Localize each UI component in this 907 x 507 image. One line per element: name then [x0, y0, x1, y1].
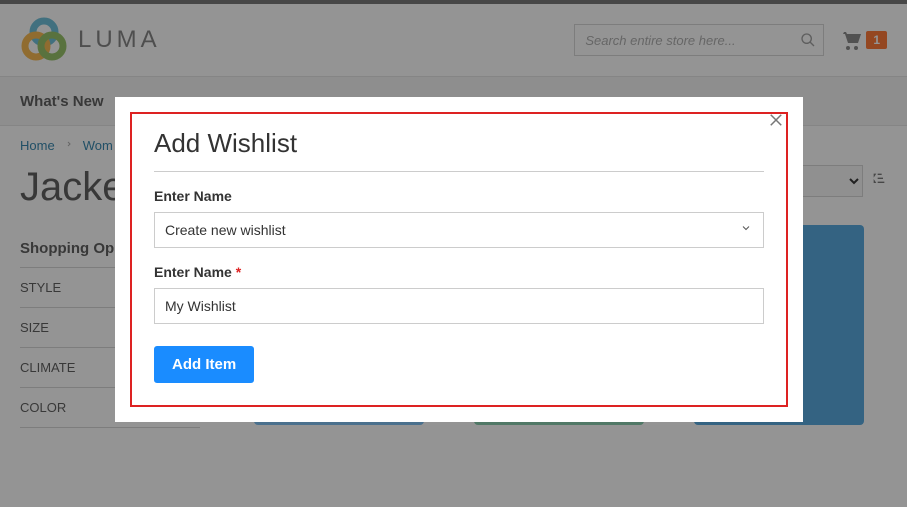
close-icon	[767, 111, 785, 129]
wishlist-select-label: Enter Name	[154, 188, 764, 204]
wishlist-name-input[interactable]	[154, 288, 764, 324]
close-button[interactable]	[762, 106, 790, 134]
modal-title: Add Wishlist	[154, 128, 764, 172]
required-asterisk: *	[236, 264, 241, 280]
add-item-button[interactable]: Add Item	[154, 346, 254, 383]
wishlist-name-label: Enter Name *	[154, 264, 764, 280]
add-wishlist-modal: Add Wishlist Enter Name Create new wishl…	[115, 97, 803, 422]
wishlist-select[interactable]: Create new wishlist	[154, 212, 764, 248]
